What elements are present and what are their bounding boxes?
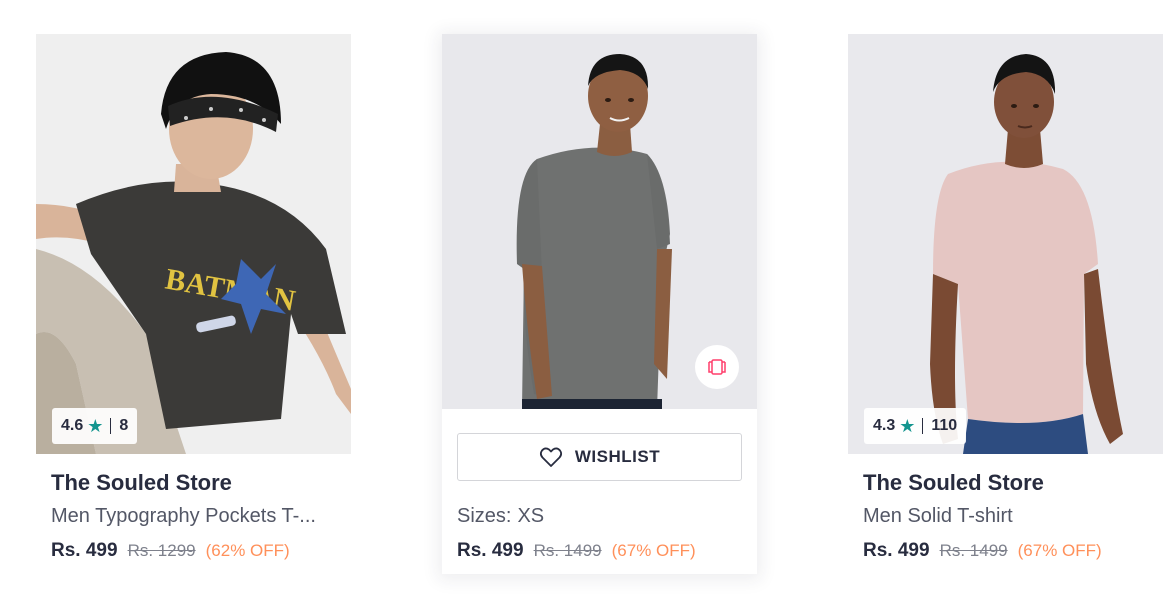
product-price: Rs. 499 [457, 540, 524, 561]
price-row: Rs. 499 Rs. 1499 (67% OFF) [863, 540, 1102, 562]
rating-badge: 4.3 ★ 110 [864, 408, 967, 444]
wishlist-label: WISHLIST [574, 447, 661, 466]
rating-count: 8 [119, 417, 129, 434]
product-card[interactable]: BATMAN 4.6 ★ 8 The Souled Store Men Typo… [36, 34, 351, 574]
rating-divider [110, 418, 112, 434]
product-discount: (67% OFF) [1017, 541, 1102, 560]
rating-badge: 4.6 ★ 8 [52, 408, 138, 444]
product-mrp: Rs. 1499 [939, 541, 1008, 560]
sizes-label: Sizes: [457, 505, 512, 527]
product-brand: The Souled Store [863, 470, 1044, 495]
product-name: Men Typography Pockets T-... [51, 505, 316, 527]
product-grid: BATMAN 4.6 ★ 8 The Souled Store Men Typo… [0, 0, 1174, 603]
product-image[interactable]: 4.3 ★ 110 [848, 34, 1163, 454]
product-card[interactable]: 4.3 ★ 110 The Souled Store Men Solid T-s… [848, 34, 1163, 574]
product-brand: The Souled Store [51, 470, 232, 495]
view-similar-icon [706, 358, 728, 376]
product-price: Rs. 499 [863, 540, 930, 561]
rating-count: 110 [931, 417, 958, 434]
product-image[interactable]: BATMAN 4.6 ★ 8 [36, 34, 351, 454]
available-sizes: Sizes: XS [457, 505, 544, 528]
star-icon: ★ [87, 415, 104, 436]
product-image[interactable] [442, 34, 757, 409]
star-icon: ★ [899, 415, 916, 436]
sizes-value: XS [517, 505, 545, 527]
rating-value: 4.6 [61, 417, 84, 434]
product-price: Rs. 499 [51, 540, 118, 561]
heart-icon [539, 446, 563, 468]
view-similar-button[interactable] [695, 345, 739, 389]
product-mrp: Rs. 1499 [533, 541, 602, 560]
product-mrp: Rs. 1299 [127, 541, 196, 560]
wishlist-button[interactable]: WISHLIST [457, 433, 742, 481]
price-row: Rs. 499 Rs. 1299 (62% OFF) [51, 540, 290, 562]
rating-value: 4.3 [873, 417, 896, 434]
price-row: Rs. 499 Rs. 1499 (67% OFF) [457, 540, 696, 562]
product-card[interactable]: WISHLIST Sizes: XS Rs. 499 Rs. 1499 (67% … [442, 34, 757, 574]
rating-divider [922, 418, 924, 434]
product-discount: (62% OFF) [205, 541, 290, 560]
product-discount: (67% OFF) [611, 541, 696, 560]
product-name: Men Solid T-shirt [863, 505, 1013, 527]
